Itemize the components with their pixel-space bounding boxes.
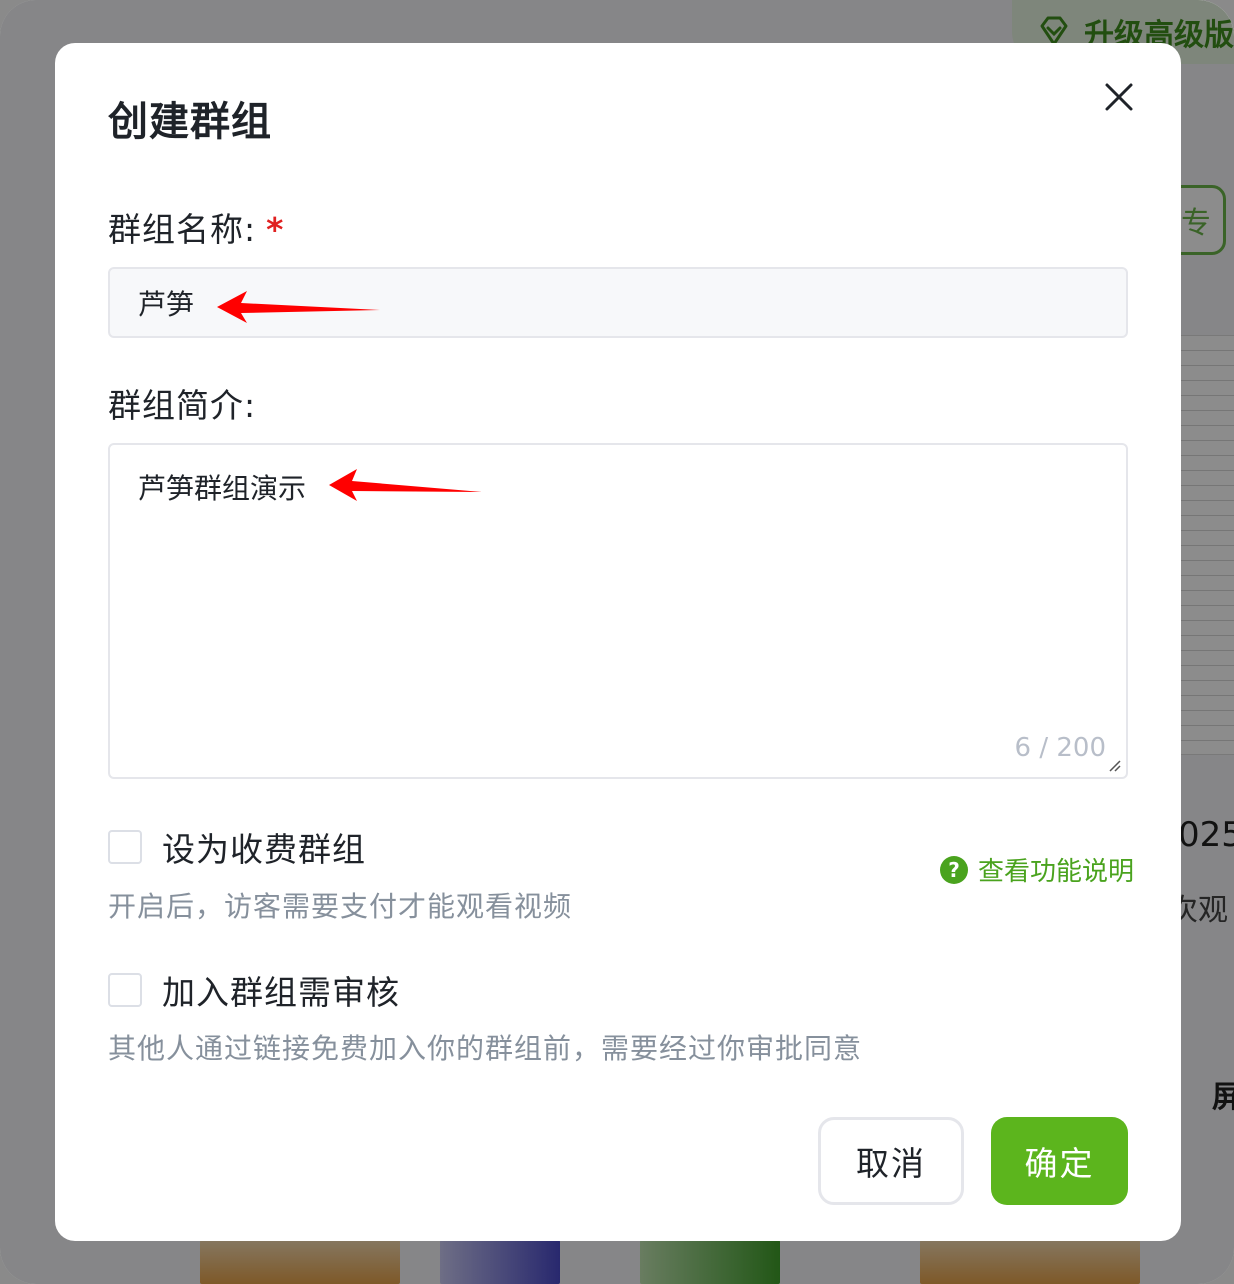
question-icon: ? bbox=[940, 855, 968, 884]
paid-group-option[interactable]: 设为收费群组 bbox=[108, 823, 366, 871]
group-description-value: 芦笋群组演示 bbox=[138, 472, 307, 505]
approval-label: 加入群组需审核 bbox=[162, 973, 400, 1012]
approval-checkbox[interactable] bbox=[108, 973, 142, 1007]
resize-handle-icon[interactable] bbox=[1106, 757, 1122, 773]
group-name-label: 群组名称: * bbox=[108, 210, 285, 249]
cancel-button[interactable]: 取消 bbox=[818, 1117, 964, 1205]
annotation-arrow-icon bbox=[217, 291, 380, 323]
group-description-label: 群组简介: bbox=[108, 386, 257, 425]
paid-group-hint: 开启后，访客需要支付才能观看视频 bbox=[108, 890, 573, 923]
paid-group-checkbox[interactable] bbox=[108, 830, 142, 864]
approval-option[interactable]: 加入群组需审核 bbox=[108, 966, 400, 1014]
close-icon bbox=[1105, 83, 1133, 111]
close-button[interactable] bbox=[1098, 76, 1140, 118]
confirm-button[interactable]: 确定 bbox=[991, 1117, 1128, 1205]
dialog-title: 创建群组 bbox=[108, 99, 272, 145]
character-count: 6 / 200 bbox=[1014, 733, 1106, 763]
required-mark: * bbox=[266, 210, 285, 249]
group-description-textarea[interactable]: 芦笋群组演示 6 / 200 bbox=[108, 443, 1128, 779]
help-link-label: 查看功能说明 bbox=[978, 857, 1135, 887]
feature-help-link[interactable]: ? 查看功能说明 bbox=[940, 851, 1134, 888]
group-name-value: 芦笋 bbox=[138, 287, 195, 321]
approval-hint: 其他人通过链接免费加入你的群组前，需要经过你审批同意 bbox=[108, 1032, 863, 1065]
create-group-dialog: 创建群组 群组名称: * 芦笋 群组简介: 芦笋群组演示 6 / 200 设为收费… bbox=[55, 43, 1181, 1241]
paid-group-label: 设为收费群组 bbox=[162, 830, 366, 869]
annotation-arrow-icon bbox=[329, 469, 482, 501]
